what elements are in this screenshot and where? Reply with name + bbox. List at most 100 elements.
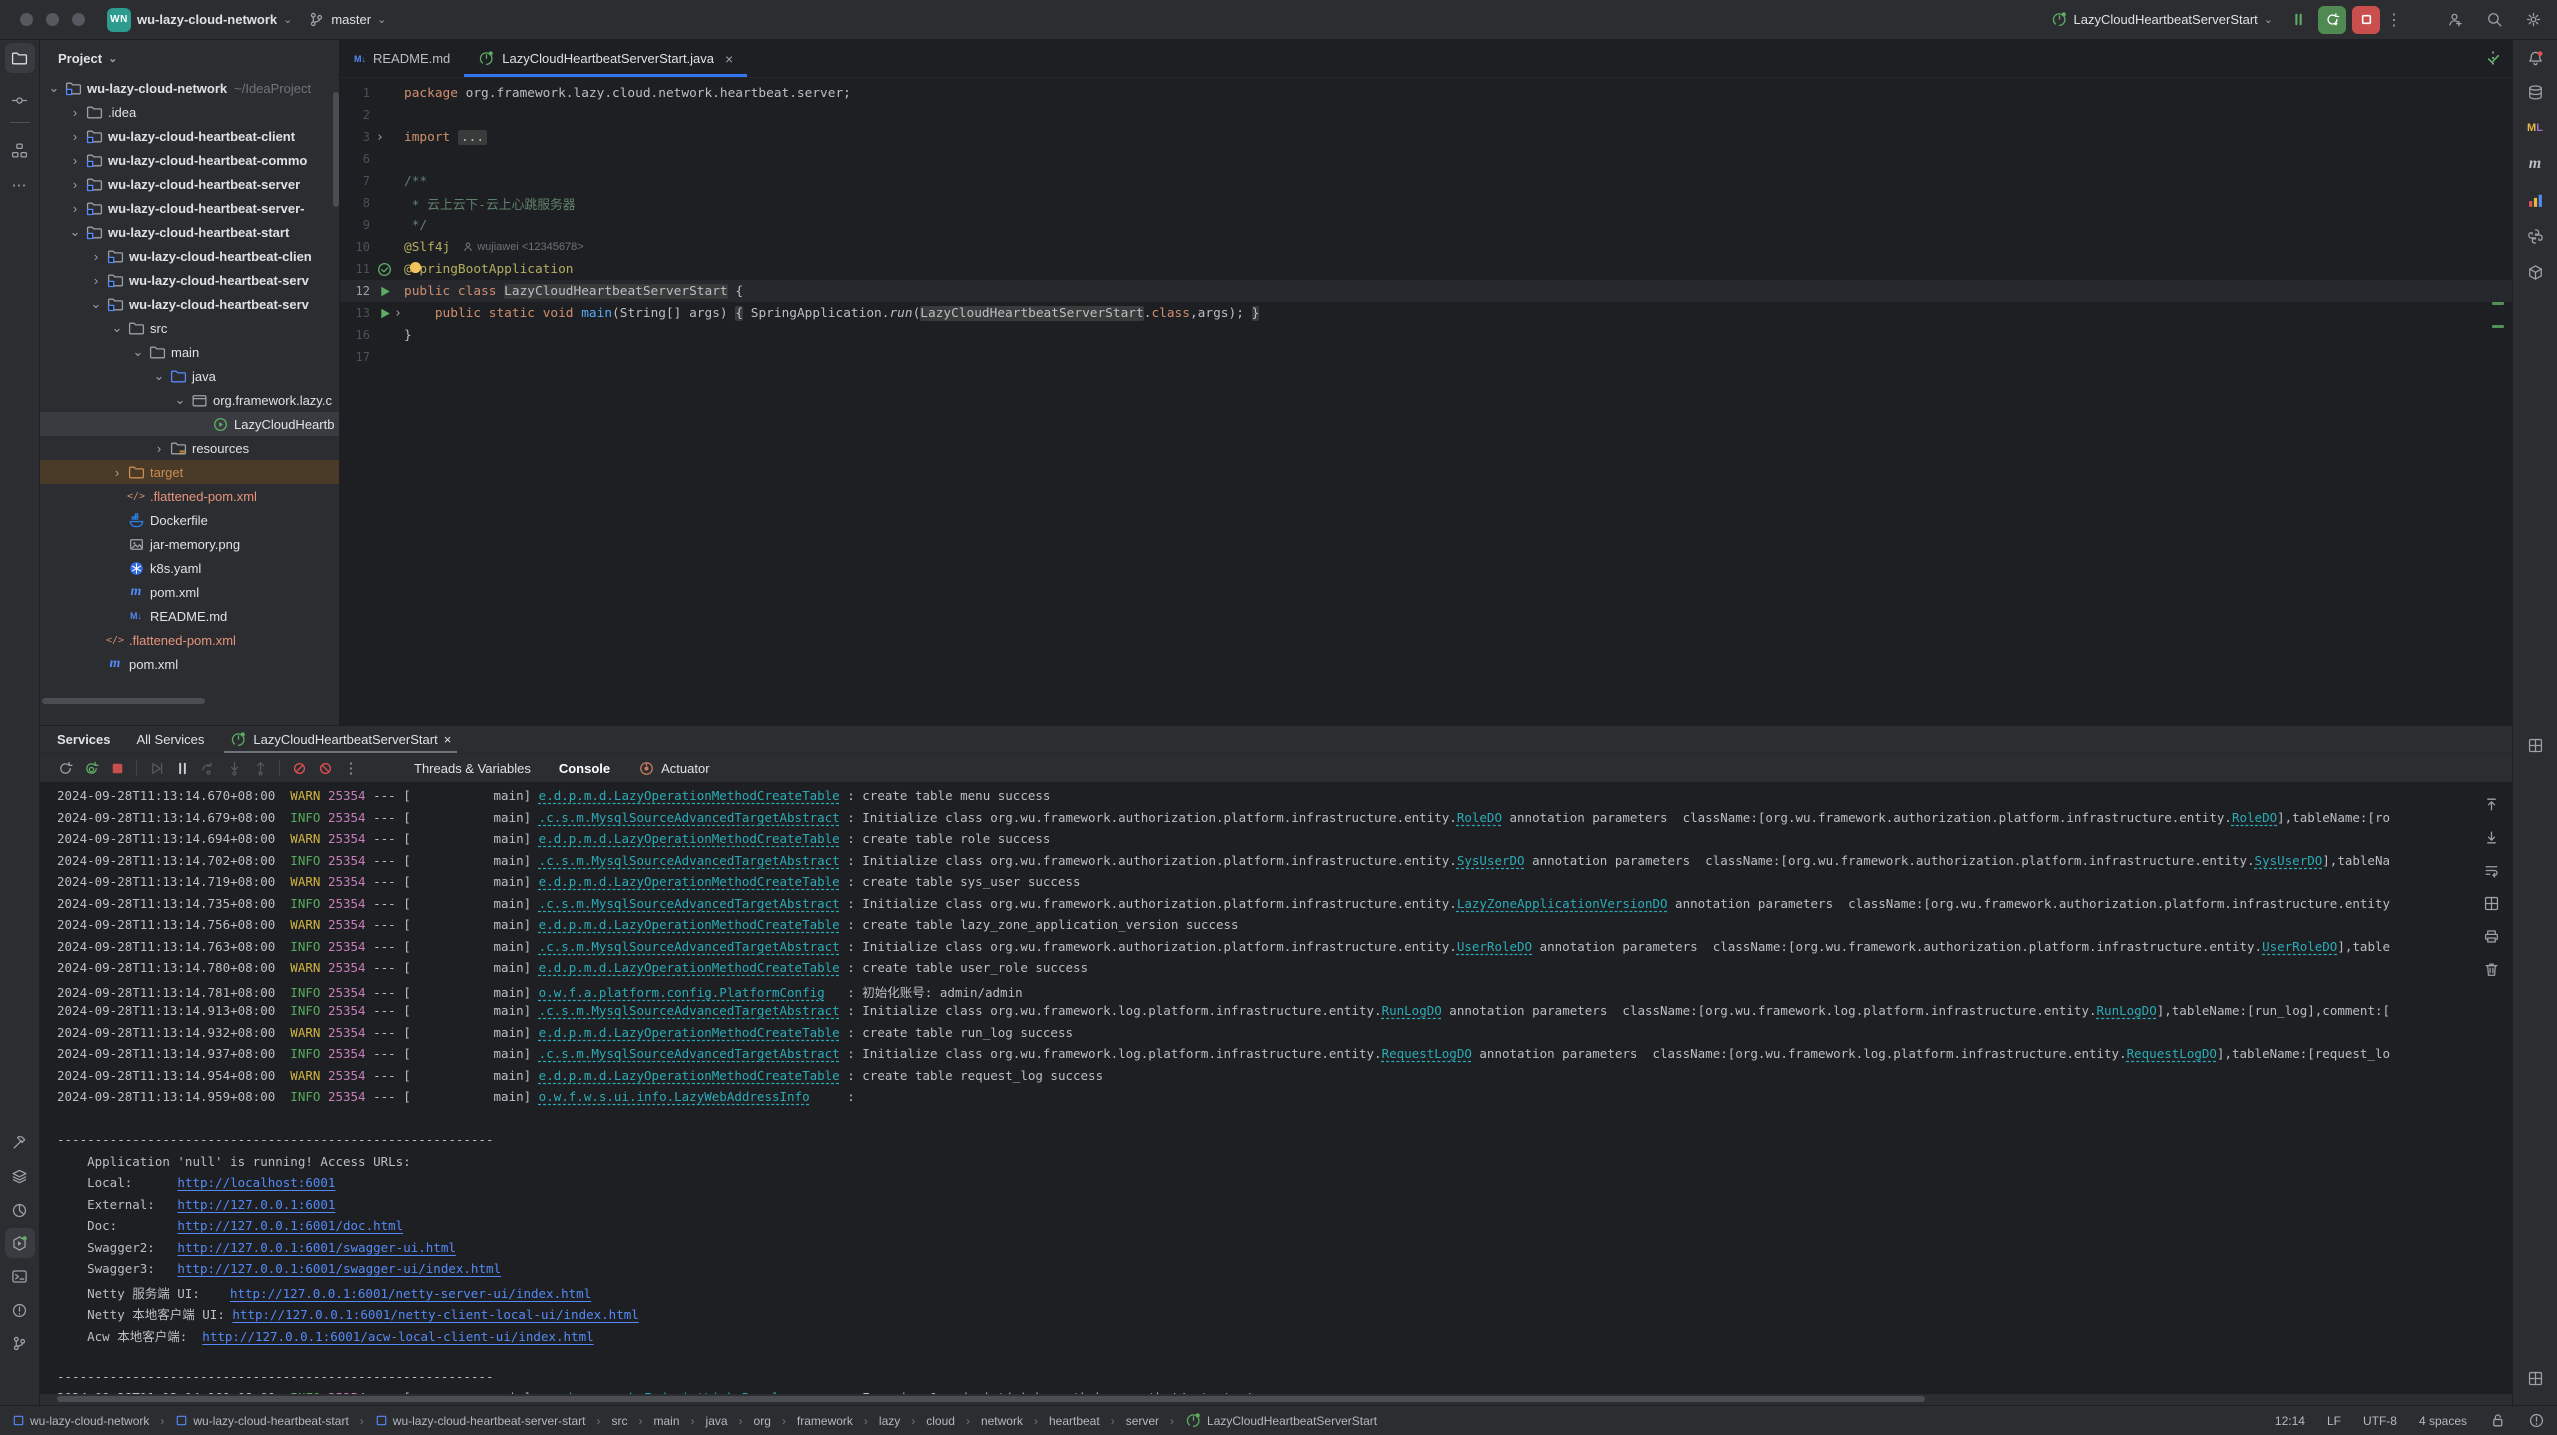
more-actions-button[interactable]: ⋮ bbox=[2383, 10, 2405, 30]
chevron-right-icon[interactable]: › bbox=[86, 273, 106, 288]
left-stripe-layers-button[interactable] bbox=[5, 1161, 35, 1191]
chevron-down-icon[interactable]: ⌄ bbox=[86, 296, 106, 312]
status-indent-style[interactable]: 4 spaces bbox=[2419, 1414, 2467, 1428]
tab-service-run[interactable]: LazyCloudHeartbeatServerStart × bbox=[230, 726, 451, 753]
tree-item-flattened-pomxml[interactable]: </>.flattened-pom.xml bbox=[40, 628, 339, 652]
log-class-link[interactable]: RoleDO bbox=[1457, 810, 1502, 825]
right-stripe-charts-plugin-button[interactable] bbox=[2520, 185, 2550, 215]
right-stripe-database-button[interactable] bbox=[2520, 77, 2550, 107]
stop-solid-button[interactable] bbox=[104, 756, 130, 780]
chevron-down-icon[interactable]: ⌄ bbox=[65, 224, 85, 240]
access-url-link[interactable]: http://127.0.0.1:6001/netty-server-ui/in… bbox=[230, 1286, 591, 1301]
view-tab-actuator[interactable]: Actuator bbox=[624, 760, 723, 777]
tree-item-resources[interactable]: ›resources bbox=[40, 436, 339, 460]
status-line-ending[interactable]: LF bbox=[2327, 1414, 2341, 1428]
tree-item-jar-memorypng[interactable]: jar-memory.png bbox=[40, 532, 339, 556]
log-class-link[interactable]: SysUserDO bbox=[1457, 853, 1525, 868]
access-url-link[interactable]: http://127.0.0.1:6001 bbox=[177, 1197, 335, 1212]
left-stripe-structure-button[interactable] bbox=[5, 135, 35, 165]
log-logger-link[interactable]: .c.s.m.MysqlSourceAdvancedTargetAbstract bbox=[539, 939, 840, 954]
tree-item-readmemd[interactable]: M↓README.md bbox=[40, 604, 339, 628]
log-class-link[interactable]: RunLogDO bbox=[1382, 1003, 1442, 1018]
code-with-me-button[interactable] bbox=[2441, 6, 2469, 34]
intention-bulb[interactable] bbox=[410, 262, 421, 273]
window-controls[interactable] bbox=[20, 13, 85, 26]
tree-item-idea[interactable]: ›.idea bbox=[40, 100, 339, 124]
access-url-link[interactable]: http://127.0.0.1:6001/netty-client-local… bbox=[232, 1307, 638, 1322]
tree-item-flattened-pomxml[interactable]: </>.flattened-pom.xml bbox=[40, 484, 339, 508]
log-logger-link[interactable]: .c.s.m.MysqlSourceAdvancedTargetAbstract bbox=[539, 810, 840, 825]
log-logger-link[interactable]: o.w.f.w.s.ui.info.LazyWebAddressInfo bbox=[539, 1089, 810, 1104]
tree-item-src[interactable]: ⌄src bbox=[40, 316, 339, 340]
mute-bp-button[interactable] bbox=[286, 756, 312, 780]
step-into-button[interactable] bbox=[221, 756, 247, 780]
kebab-i-button[interactable]: ⋮ bbox=[338, 756, 364, 780]
log-logger-link[interactable]: e.d.p.m.d.LazyOperationMethodCreateTable bbox=[539, 788, 840, 803]
log-class-link[interactable]: UserRoleDO bbox=[2262, 939, 2337, 954]
log-class-link[interactable]: RoleDO bbox=[2232, 810, 2277, 825]
tree-item-wu-lazy-cloud-heartbeat-commo[interactable]: ›wu-lazy-cloud-heartbeat-commo bbox=[40, 148, 339, 172]
breadcrumb-item[interactable]: server bbox=[1126, 1414, 1159, 1428]
step-over-button[interactable] bbox=[195, 756, 221, 780]
chevron-down-icon[interactable]: ⌄ bbox=[149, 368, 169, 384]
tree-item-main[interactable]: ⌄main bbox=[40, 340, 339, 364]
chevron-down-icon[interactable]: ⌄ bbox=[107, 320, 127, 336]
tree-item-java[interactable]: ⌄java bbox=[40, 364, 339, 388]
left-stripe-more-button[interactable]: ⋯ bbox=[5, 170, 35, 200]
chevron-down-icon[interactable]: ⌄ bbox=[170, 392, 190, 408]
lock-icon[interactable] bbox=[2489, 1412, 2506, 1429]
log-class-link[interactable]: RequestLogDO bbox=[1382, 1046, 1472, 1061]
right-stripe-box-plugin-button[interactable] bbox=[2520, 257, 2550, 287]
left-stripe-terminal-button[interactable] bbox=[5, 1261, 35, 1291]
run-play-icon[interactable] bbox=[376, 305, 393, 322]
left-stripe-problems-button[interactable] bbox=[5, 1295, 35, 1325]
log-class-link[interactable]: UserRoleDO bbox=[1457, 939, 1532, 954]
left-stripe-profiler-button[interactable] bbox=[5, 1195, 35, 1225]
project-panel-header[interactable]: Project ⌄ bbox=[40, 40, 339, 76]
log-logger-link[interactable]: .c.s.m.MysqlSourceAdvancedTargetAbstract bbox=[539, 853, 840, 868]
log-logger-link[interactable]: e.d.p.m.d.LazyOperationMethodCreateTable bbox=[539, 960, 840, 975]
breadcrumb-item[interactable]: LazyCloudHeartbeatServerStart bbox=[1185, 1412, 1377, 1429]
log-logger-link[interactable]: e.d.p.m.d.LazyOperationMethodCreateTable bbox=[539, 917, 840, 932]
stop-button[interactable] bbox=[2352, 6, 2380, 34]
breadcrumb-item[interactable]: network bbox=[981, 1414, 1023, 1428]
log-logger-link[interactable]: o.w.f.a.platform.config.PlatformConfig bbox=[539, 985, 825, 1000]
log-class-link[interactable]: SysUserDO bbox=[2255, 853, 2323, 868]
trash-button[interactable] bbox=[2478, 957, 2504, 981]
view-tab-console[interactable]: Console bbox=[545, 761, 624, 776]
chevron-right-icon[interactable]: › bbox=[86, 249, 106, 264]
breadcrumb-item[interactable]: wu-lazy-cloud-heartbeat-start bbox=[175, 1414, 348, 1428]
notifications-icon[interactable] bbox=[2528, 1412, 2545, 1429]
arrow-up-bar-button[interactable] bbox=[2478, 792, 2504, 816]
chevron-down-icon[interactable]: ⌄ bbox=[44, 80, 64, 96]
spring-gutter-icon[interactable] bbox=[376, 261, 393, 278]
run-console[interactable]: 2024-09-28T11:13:14.670+08:00 WARN 25354… bbox=[40, 782, 2512, 1394]
tree-item-wu-lazy-cloud-heartbeat-server[interactable]: ›wu-lazy-cloud-heartbeat-server bbox=[40, 172, 339, 196]
log-logger-link[interactable]: .c.s.m.MysqlSourceAdvancedTargetAbstract bbox=[539, 1046, 840, 1061]
branch-widget[interactable]: master ⌄ bbox=[300, 7, 394, 32]
tree-item-wu-lazy-cloud-heartbeat-serv[interactable]: ⌄wu-lazy-cloud-heartbeat-serv bbox=[40, 292, 339, 316]
view-tab-threads-variables[interactable]: Threads & Variables bbox=[400, 761, 545, 776]
log-logger-link[interactable]: .c.s.m.MysqlSourceAdvancedTargetAbstract bbox=[539, 1003, 840, 1018]
tree-item-target[interactable]: ›target bbox=[40, 460, 339, 484]
tree-item-pomxml[interactable]: mpom.xml bbox=[40, 652, 339, 676]
left-stripe-project-folder-button[interactable] bbox=[5, 43, 35, 73]
no-entry-button[interactable] bbox=[312, 756, 338, 780]
run-play-icon[interactable] bbox=[376, 283, 393, 300]
tree-item-k8syaml[interactable]: k8s.yaml bbox=[40, 556, 339, 580]
left-stripe-services-button[interactable] bbox=[5, 1228, 35, 1258]
tree-item-lazycloudheartb[interactable]: LazyCloudHeartb bbox=[40, 412, 339, 436]
chevron-right-icon[interactable]: › bbox=[65, 129, 85, 144]
rerun-button[interactable] bbox=[2318, 6, 2346, 34]
chevron-right-icon[interactable]: › bbox=[65, 153, 85, 168]
search-everywhere-button[interactable] bbox=[2480, 6, 2508, 34]
right-stripe-maven-m-button[interactable]: m bbox=[2520, 149, 2550, 179]
right-stripe-grid-button[interactable] bbox=[2520, 730, 2550, 760]
breadcrumb-item[interactable]: cloud bbox=[926, 1414, 955, 1428]
access-url-link[interactable]: http://127.0.0.1:6001/acw-local-client-u… bbox=[202, 1329, 593, 1344]
left-stripe-git-branch-button[interactable] bbox=[5, 1328, 35, 1358]
log-class-link[interactable]: RunLogDO bbox=[2097, 1003, 2157, 1018]
tree-vertical-scrollbar[interactable] bbox=[333, 92, 339, 207]
console-horizontal-scrollbar[interactable] bbox=[57, 1396, 1925, 1402]
log-logger-link[interactable]: e.d.p.m.d.LazyOperationMethodCreateTable bbox=[539, 831, 840, 846]
